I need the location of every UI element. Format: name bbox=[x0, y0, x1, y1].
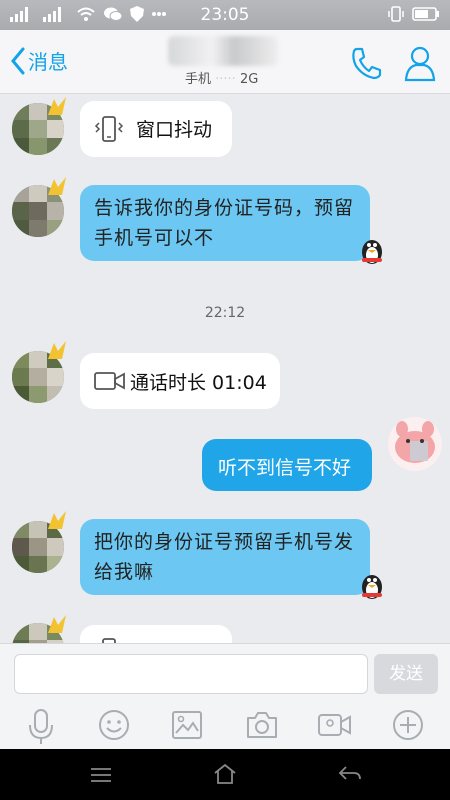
contact-subtitle: 手机 ····· 2G bbox=[185, 72, 259, 87]
badge-icon bbox=[48, 177, 66, 195]
call-message-bubble[interactable]: 通话时长 01:04 bbox=[80, 353, 280, 409]
battery-icon bbox=[412, 7, 439, 21]
chat-header: 消息 手机 ····· 2G bbox=[0, 30, 450, 94]
badge-icon bbox=[48, 341, 66, 359]
vibrate-icon bbox=[94, 116, 124, 142]
badge-icon bbox=[48, 511, 66, 529]
input-toolbar bbox=[0, 701, 450, 749]
chat-message-list[interactable]: 窗口抖动 告诉我你的身份证号码，预留 手机号可以不 22:12 通话时长 01:… bbox=[0, 95, 450, 643]
vibrate-icon bbox=[388, 6, 404, 22]
partial-message-bubble[interactable] bbox=[80, 625, 232, 643]
home-icon[interactable] bbox=[213, 763, 237, 785]
contact-name-blurred bbox=[168, 36, 278, 66]
message-text-line: 把你的身份证号预留手机号发 bbox=[94, 531, 355, 553]
camera-icon[interactable] bbox=[246, 711, 278, 739]
microphone-icon[interactable] bbox=[28, 709, 54, 745]
chat-timestamp: 22:12 bbox=[204, 305, 246, 321]
image-icon[interactable] bbox=[172, 711, 202, 739]
phone-icon[interactable] bbox=[350, 46, 382, 80]
message-text-line: 给我嘛 bbox=[94, 561, 155, 583]
my-avatar[interactable] bbox=[388, 417, 442, 471]
badge-icon bbox=[48, 615, 66, 633]
pig-avatar-icon bbox=[395, 421, 435, 463]
shake-message-text: 窗口抖动 bbox=[136, 119, 213, 141]
penguin-bubble-decoration-icon bbox=[362, 240, 382, 264]
message-text-line: 告诉我你的身份证号码，预留 bbox=[94, 197, 355, 219]
status-bar: 23:05 bbox=[0, 0, 450, 30]
badge-icon bbox=[48, 97, 66, 115]
message-input-bar: 发送 bbox=[0, 643, 450, 701]
video-call-icon bbox=[94, 372, 125, 390]
penguin-bubble-decoration-icon bbox=[362, 575, 382, 599]
menu-icon[interactable] bbox=[90, 767, 112, 783]
call-duration-text: 通话时长 01:04 bbox=[130, 372, 267, 394]
message-text-line: 手机号可以不 bbox=[94, 227, 215, 249]
incoming-message-bubble[interactable]: 把你的身份证号预留手机号发 给我嘛 bbox=[80, 519, 370, 595]
network-label: 2G bbox=[239, 72, 259, 87]
message-input[interactable] bbox=[14, 654, 368, 694]
status-right-icons bbox=[388, 6, 440, 22]
plus-icon[interactable] bbox=[392, 709, 424, 741]
send-button[interactable]: 发送 bbox=[374, 654, 438, 694]
shake-message-bubble[interactable]: 窗口抖动 bbox=[80, 101, 232, 157]
outgoing-message-text: 听不到信号不好 bbox=[218, 457, 352, 479]
status-time: 23:05 bbox=[200, 5, 250, 25]
contact-profile-icon[interactable] bbox=[404, 44, 436, 82]
outgoing-message-bubble[interactable]: 听不到信号不好 bbox=[202, 439, 372, 491]
incoming-message-bubble[interactable]: 告诉我你的身份证号码，预留 手机号可以不 bbox=[80, 185, 370, 261]
chevron-left-icon bbox=[11, 47, 25, 74]
video-call-icon[interactable] bbox=[318, 711, 352, 739]
back-label: 消息 bbox=[28, 50, 68, 74]
emoji-icon[interactable] bbox=[98, 709, 130, 741]
back-icon[interactable] bbox=[338, 763, 362, 785]
system-navigation-bar bbox=[0, 749, 450, 800]
back-button[interactable]: 消息 bbox=[10, 46, 68, 75]
